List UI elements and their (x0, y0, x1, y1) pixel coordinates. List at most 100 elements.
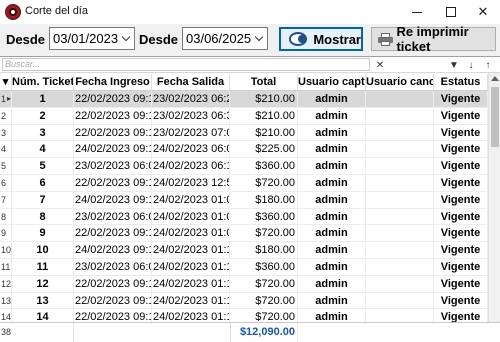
estatus[interactable]: Vigente (434, 158, 488, 174)
fecha-salida[interactable]: 24/02/2023 01:15: (152, 275, 230, 292)
usuario-cancelo[interactable] (366, 292, 434, 309)
usuario-cancelo[interactable] (366, 242, 434, 258)
usuario-captura[interactable]: admin (298, 225, 366, 242)
row-selector-header[interactable]: ▾ (0, 74, 12, 90)
usuario-cancelo[interactable] (366, 258, 434, 275)
fecha-salida[interactable]: 24/02/2023 01:08: (152, 208, 230, 225)
ticket-number[interactable]: 9 (12, 225, 74, 242)
fecha-ingreso[interactable]: 22/02/2023 09:16: (74, 292, 152, 309)
arrow-down-icon[interactable]: ↓ (465, 59, 477, 71)
fecha-ingreso[interactable]: 23/02/2023 06:02: (74, 158, 152, 174)
usuario-cancelo[interactable] (366, 208, 434, 225)
column-header[interactable]: Usuario cancelo (366, 74, 434, 90)
column-header[interactable]: Usuario captura (298, 74, 366, 90)
fecha-ingreso[interactable]: 24/02/2023 09:17: (74, 141, 152, 158)
minimize-button[interactable] (400, 0, 434, 24)
estatus[interactable]: Vigente (434, 242, 488, 258)
row-number[interactable]: 3 (0, 124, 12, 141)
usuario-captura[interactable]: admin (298, 158, 366, 174)
usuario-cancelo[interactable] (366, 174, 434, 191)
ticket-number[interactable]: 11 (12, 258, 74, 275)
row-number[interactable]: 4 (0, 141, 12, 158)
total-cell[interactable]: $360.00 (230, 258, 298, 275)
table-row[interactable]: 9922/02/2023 09:16:24/02/2023 01:09:$720… (0, 225, 488, 243)
usuario-captura[interactable]: admin (298, 91, 366, 107)
fecha-salida[interactable]: 23/02/2023 07:06: (152, 124, 230, 141)
column-header[interactable]: Núm. Ticket (12, 74, 74, 90)
fecha-salida[interactable]: 23/02/2023 06:36: (152, 107, 230, 124)
row-number[interactable]: 2 (0, 107, 12, 124)
usuario-captura[interactable]: admin (298, 107, 366, 124)
table-row[interactable]: 7724/02/2023 09:17:24/02/2023 01:06:$180… (0, 191, 488, 209)
column-header[interactable]: Total (230, 74, 298, 90)
total-cell[interactable]: $360.00 (230, 208, 298, 225)
usuario-cancelo[interactable] (366, 91, 434, 107)
ticket-number[interactable]: 6 (12, 174, 74, 191)
scroll-thumb[interactable] (491, 87, 499, 147)
estatus[interactable]: Vigente (434, 191, 488, 208)
ticket-number[interactable]: 5 (12, 158, 74, 174)
chevron-down-icon[interactable] (118, 28, 134, 49)
end-date-picker[interactable]: 03/06/2025 (182, 27, 268, 50)
usuario-captura[interactable]: admin (298, 174, 366, 191)
column-header[interactable]: Estatus (434, 74, 488, 90)
row-number[interactable]: 6 (0, 174, 12, 191)
table-row[interactable]: 101024/02/2023 09:17:24/02/2023 01:10:$1… (0, 242, 488, 259)
row-number[interactable]: 9 (0, 225, 12, 242)
total-cell[interactable]: $720.00 (230, 225, 298, 242)
table-row[interactable]: 1▸122/02/2023 09:16:23/02/2023 06:27:$21… (0, 91, 488, 108)
fecha-ingreso[interactable]: 22/02/2023 09:16: (74, 174, 152, 191)
filter-icon[interactable]: ▼ (448, 59, 460, 71)
column-header[interactable]: Fecha Ingreso (74, 74, 152, 90)
fecha-salida[interactable]: 24/02/2023 01:10: (152, 242, 230, 258)
fecha-ingreso[interactable]: 24/02/2023 09:17: (74, 191, 152, 208)
table-row[interactable]: 5523/02/2023 06:02:24/02/2023 06:13:$360… (0, 158, 488, 175)
ticket-number[interactable]: 3 (12, 124, 74, 141)
clear-search-icon[interactable]: ✕ (374, 59, 386, 71)
table-row[interactable]: 6622/02/2023 09:16:24/02/2023 12:58:$720… (0, 174, 488, 192)
usuario-captura[interactable]: admin (298, 191, 366, 208)
total-cell[interactable]: $360.00 (230, 158, 298, 174)
usuario-cancelo[interactable] (366, 124, 434, 141)
usuario-captura[interactable]: admin (298, 292, 366, 309)
fecha-salida[interactable]: 24/02/2023 01:09: (152, 225, 230, 242)
reprint-ticket-button[interactable]: Re imprimir ticket (371, 24, 496, 54)
ticket-number[interactable]: 8 (12, 208, 74, 225)
fecha-ingreso[interactable]: 22/02/2023 09:16: (74, 107, 152, 124)
fecha-salida[interactable]: 24/02/2023 06:09: (152, 141, 230, 158)
fecha-salida[interactable]: 24/02/2023 01:06: (152, 191, 230, 208)
row-number[interactable]: 13 (0, 292, 12, 309)
estatus[interactable]: Vigente (434, 124, 488, 141)
total-cell[interactable]: $720.00 (230, 174, 298, 191)
fecha-ingreso[interactable]: 23/02/2023 06:02: (74, 208, 152, 225)
usuario-captura[interactable]: admin (298, 242, 366, 258)
ticket-number[interactable]: 1 (12, 91, 74, 107)
row-number[interactable]: 12 (0, 275, 12, 292)
chevron-down-icon[interactable] (251, 28, 267, 49)
mostrar-button[interactable]: Mostrar (279, 27, 363, 51)
total-cell[interactable]: $180.00 (230, 191, 298, 208)
fecha-ingreso[interactable]: 22/02/2023 09:16: (74, 275, 152, 292)
usuario-cancelo[interactable] (366, 275, 434, 292)
total-cell[interactable]: $720.00 (230, 275, 298, 292)
total-cell[interactable]: $210.00 (230, 107, 298, 124)
fecha-ingreso[interactable]: 24/02/2023 09:17: (74, 242, 152, 258)
total-cell[interactable]: $225.00 (230, 141, 298, 158)
usuario-cancelo[interactable] (366, 141, 434, 158)
fecha-salida[interactable]: 24/02/2023 12:58: (152, 174, 230, 191)
usuario-captura[interactable]: admin (298, 124, 366, 141)
usuario-cancelo[interactable] (366, 158, 434, 174)
ticket-number[interactable]: 13 (12, 292, 74, 309)
ticket-number[interactable]: 4 (12, 141, 74, 158)
close-button[interactable]: ✕ (466, 0, 500, 24)
table-row[interactable]: 2222/02/2023 09:16:23/02/2023 06:36:$210… (0, 107, 488, 125)
column-header[interactable]: Fecha Salida (152, 74, 230, 90)
ticket-number[interactable]: 7 (12, 191, 74, 208)
fecha-ingreso[interactable]: 23/02/2023 06:02: (74, 258, 152, 275)
total-cell[interactable]: $180.00 (230, 242, 298, 258)
table-row[interactable]: 111123/02/2023 06:02:24/02/2023 01:12:$3… (0, 258, 488, 276)
usuario-cancelo[interactable] (366, 107, 434, 124)
row-number[interactable]: 7 (0, 191, 12, 208)
usuario-captura[interactable]: admin (298, 141, 366, 158)
estatus[interactable]: Vigente (434, 225, 488, 242)
